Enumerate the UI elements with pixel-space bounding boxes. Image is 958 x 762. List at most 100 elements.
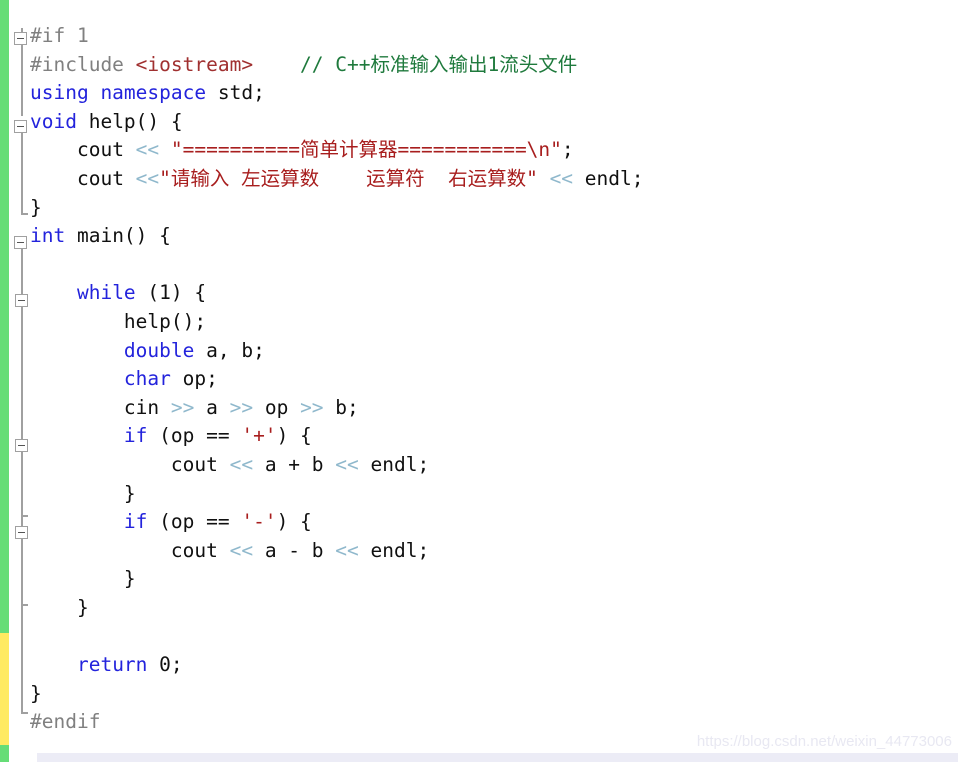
- code-token-plain: a + b: [253, 452, 336, 476]
- code-token-plain: (1) {: [135, 281, 207, 305]
- code-line[interactable]: }: [30, 594, 950, 623]
- code-token-plain: ) {: [276, 510, 312, 534]
- code-token-op: <<: [229, 538, 254, 562]
- code-token-plain: ;: [561, 138, 574, 162]
- fold-guide-if-plus-foot: [21, 515, 28, 517]
- code-token-op: <<: [135, 138, 160, 162]
- code-token-str: '-': [241, 510, 277, 534]
- code-token-plain: a: [194, 395, 230, 419]
- code-token-plain: main() {: [65, 224, 171, 248]
- code-line[interactable]: help();: [30, 308, 950, 337]
- code-token-kw: char: [123, 367, 171, 391]
- code-token-cmt: // C++标准输入输出1流头文件: [300, 52, 578, 76]
- code-token-op: >>: [229, 395, 254, 419]
- code-line[interactable]: return 0;: [30, 651, 950, 680]
- fold-guide-while-foot: [21, 604, 28, 606]
- fold-void-help-icon[interactable]: [14, 120, 27, 133]
- code-line[interactable]: cout << "==========简单计算器===========\n";: [30, 136, 950, 165]
- code-line[interactable]: char op;: [30, 365, 950, 394]
- code-token-str: "==========简单计算器===========\n": [170, 138, 562, 162]
- code-token-plain: a - b: [253, 538, 336, 562]
- code-token-plain: ) {: [276, 424, 312, 448]
- code-line[interactable]: #if 1: [30, 22, 950, 51]
- fold-if-plus-icon[interactable]: [15, 439, 28, 452]
- code-line[interactable]: while (1) {: [30, 279, 950, 308]
- code-token-pre: #endif: [30, 710, 101, 734]
- code-line[interactable]: using namespace std;: [30, 79, 950, 108]
- change-bar-segment-modified: [0, 633, 9, 745]
- watermark-text: https://blog.csdn.net/weixin_44773006: [696, 733, 952, 750]
- code-token-op: >>: [300, 395, 324, 419]
- fold-if-1-icon[interactable]: [14, 32, 27, 45]
- code-token-str: "请输入 左运算数 运算符 右运算数": [159, 166, 538, 190]
- change-bar-segment-added: [0, 745, 9, 762]
- code-token-plain: (op ==: [147, 424, 242, 448]
- code-token-plain: help();: [123, 309, 207, 333]
- fold-int-main-icon[interactable]: [14, 236, 27, 249]
- code-line[interactable]: #include <iostream> // C++标准输入输出1流头文件: [30, 51, 950, 80]
- code-line[interactable]: void help() {: [30, 108, 950, 137]
- code-token-pre: #include: [30, 52, 136, 76]
- code-token-kw: void: [30, 109, 77, 133]
- code-token-kw: using namespace: [30, 81, 207, 105]
- code-token-plain: help() {: [76, 109, 183, 133]
- code-line[interactable]: cout << a + b << endl;: [30, 451, 950, 480]
- code-line[interactable]: cout <<"请输入 左运算数 运算符 右运算数" << endl;: [30, 165, 950, 194]
- code-token-plain: a, b;: [194, 338, 265, 362]
- code-line[interactable]: double a, b;: [30, 337, 950, 366]
- bottom-status-strip: [37, 753, 958, 762]
- code-token-plain: op;: [170, 367, 218, 391]
- code-token-plain: endl;: [358, 452, 430, 476]
- code-line[interactable]: }: [30, 480, 950, 509]
- code-token-plain: cout: [76, 166, 136, 190]
- code-token-hdr: <iostream>: [135, 52, 254, 76]
- code-token-plain: (op ==: [147, 510, 242, 534]
- code-token-kw: if: [123, 510, 148, 534]
- code-line[interactable]: [30, 622, 950, 651]
- code-token-op: <<: [335, 538, 359, 562]
- code-token-plain: b;: [323, 395, 359, 419]
- code-token-plain: cin: [123, 395, 171, 419]
- code-line[interactable]: }: [30, 194, 950, 223]
- code-token-kw: return: [76, 653, 148, 677]
- code-token-plain: op: [253, 395, 301, 419]
- code-line[interactable]: if (op == '-') {: [30, 508, 950, 537]
- code-token-plain: }: [123, 481, 136, 505]
- code-token-plain: endl;: [573, 166, 644, 190]
- code-line[interactable]: cin >> a >> op >> b;: [30, 394, 950, 423]
- code-token-plain: }: [123, 567, 136, 591]
- fold-if-minus-icon[interactable]: [15, 526, 28, 539]
- code-line[interactable]: if (op == '+') {: [30, 422, 950, 451]
- code-token-plain: }: [30, 195, 42, 219]
- code-token-plain: 0;: [147, 653, 183, 677]
- code-token-plain: }: [76, 595, 89, 619]
- code-editor[interactable]: #if 1 #include <iostream> // C++标准输入输出1流头…: [0, 0, 958, 762]
- vcs-change-bar[interactable]: [0, 0, 9, 762]
- code-line[interactable]: }: [30, 680, 950, 709]
- code-content[interactable]: #if 1 #include <iostream> // C++标准输入输出1流头…: [30, 22, 950, 737]
- code-token-plain: std;: [206, 81, 265, 105]
- fold-while-icon[interactable]: [15, 294, 28, 307]
- code-token-plain: cout: [170, 452, 230, 476]
- code-line[interactable]: int main() {: [30, 222, 950, 251]
- code-token-op: <<: [229, 452, 254, 476]
- code-line[interactable]: cout << a - b << endl;: [30, 537, 950, 566]
- code-line[interactable]: [30, 251, 950, 280]
- code-line[interactable]: }: [30, 565, 950, 594]
- code-token-kw: double: [123, 338, 195, 362]
